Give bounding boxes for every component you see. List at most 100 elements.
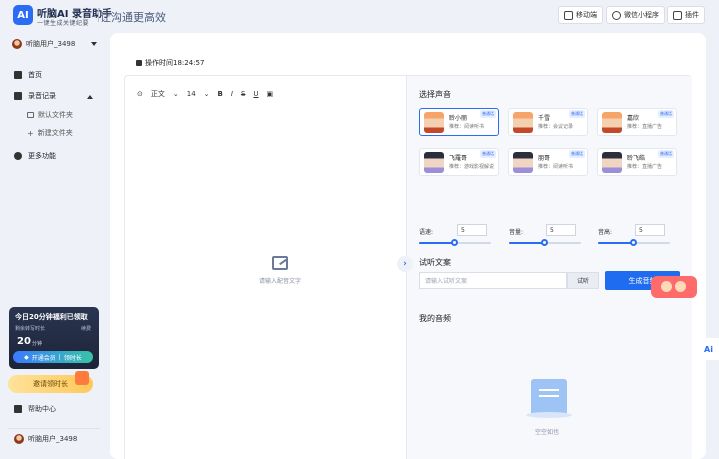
- chevron-down-icon[interactable]: ⌄: [173, 90, 179, 98]
- sidebar-item-label: 默认文件夹: [38, 111, 73, 119]
- grid-icon: [14, 152, 22, 160]
- voice-name: 聆飞皓: [627, 155, 646, 162]
- editor-placeholder: 请输入配音文字: [258, 278, 301, 285]
- font-size-select[interactable]: 14: [187, 90, 196, 98]
- voice-card[interactable]: 聆小丽 推荐：阅读听书 普通话: [419, 108, 499, 136]
- voice-desc: 推荐：直播广告: [627, 124, 663, 130]
- remaining-minutes: 20: [17, 336, 31, 347]
- wechat-icon: [612, 10, 621, 20]
- italic-button[interactable]: I: [231, 90, 233, 98]
- voice-name: 飞羅哥: [449, 155, 468, 162]
- puzzle-icon: [673, 10, 682, 20]
- voice-panel: 选择声音 聆小丽 推荐：阅读听书 普通话 千雪 推荐：会议记录 普通话 嘉欣 推…: [406, 76, 692, 459]
- voice-name: 嘉欣: [627, 115, 640, 122]
- strike-button[interactable]: S: [241, 90, 245, 98]
- renew-link[interactable]: 续费: [81, 325, 91, 332]
- sidebar-item-records[interactable]: 录音记录: [14, 89, 56, 103]
- sidebar-item-label: 更多功能: [28, 152, 56, 160]
- username: 听脑用户_3498: [26, 40, 76, 48]
- miniprogram-button[interactable]: 微信小程序: [606, 6, 665, 24]
- voice-card[interactable]: 飞羅哥 推荐：游戏影视解说 普通话: [419, 148, 499, 176]
- volume-slider[interactable]: [509, 239, 581, 246]
- pitch-label: 音高:: [598, 229, 613, 236]
- voice-desc: 推荐：直播广告: [627, 164, 663, 170]
- sample-input[interactable]: 请输入试听文案: [419, 272, 567, 289]
- avatar: [14, 434, 24, 444]
- voice-badge: 普通话: [569, 150, 585, 158]
- expand-button[interactable]: ›: [397, 256, 413, 272]
- underline-button[interactable]: U: [253, 90, 258, 98]
- undo-icon[interactable]: ⊙: [137, 90, 143, 98]
- editor-area[interactable]: 请输入配音文字: [225, 256, 335, 285]
- voice-card[interactable]: 千雪 推荐：会议记录 普通话: [508, 108, 588, 136]
- speed-slider-handle[interactable]: [451, 239, 458, 246]
- avatar: [602, 112, 622, 133]
- voice-desc: 推荐：阅读听书: [449, 124, 485, 130]
- divider: [8, 428, 100, 429]
- speed-label: 语速:: [419, 229, 434, 236]
- voice-badge: 普通话: [569, 110, 585, 118]
- sidebar-item-new-folder[interactable]: + 新建文件夹: [27, 127, 73, 139]
- ai-assistant-tab[interactable]: Ai: [698, 338, 719, 360]
- speed-slider[interactable]: [419, 239, 491, 246]
- image-icon[interactable]: ▣: [267, 90, 274, 98]
- bold-button[interactable]: B: [218, 90, 223, 98]
- bottom-username: 听脑用户_3498: [28, 435, 78, 443]
- voice-badge: 普通话: [658, 150, 674, 158]
- sidebar-item-home[interactable]: 首页: [14, 68, 42, 82]
- minutes-unit: 分钟: [32, 341, 43, 347]
- voice-name: 朋哥: [538, 155, 551, 162]
- listen-button[interactable]: 试听: [567, 272, 599, 289]
- phone-icon: [564, 10, 573, 20]
- speed-input[interactable]: 5: [457, 224, 487, 236]
- service-widget[interactable]: [651, 276, 697, 298]
- voice-card[interactable]: 朋哥 推荐：阅读听书 普通话: [508, 148, 588, 176]
- avatar: [513, 152, 533, 173]
- avatar: [424, 152, 444, 173]
- volume-slider-handle[interactable]: [541, 239, 548, 246]
- header-divider: [98, 8, 99, 22]
- edit-icon: [272, 256, 288, 270]
- my-audio-title: 我的音频: [419, 314, 451, 323]
- voice-desc: 推荐：阅读听书: [538, 164, 574, 170]
- bottom-user[interactable]: 听脑用户_3498: [14, 434, 77, 444]
- avatar: [12, 39, 22, 49]
- miniprogram-label: 微信小程序: [624, 11, 659, 19]
- avatar: [513, 112, 533, 133]
- document-icon: [14, 92, 22, 100]
- empty-text: 空空如也: [535, 429, 560, 436]
- invite-button[interactable]: 邀请领时长: [8, 371, 93, 393]
- open-vip-button[interactable]: ◆ 开通会员 | 领时长: [13, 351, 93, 363]
- sidebar-item-more[interactable]: 更多功能: [14, 149, 56, 163]
- promo-card: 今日20分钟福利已领取 剩余转写时长 续费 20 分钟 ◆ 开通会员 | 领时长: [9, 307, 99, 369]
- home-icon: [14, 71, 22, 79]
- empty-shadow: [526, 412, 572, 418]
- help-center[interactable]: 帮助中心: [14, 404, 56, 414]
- style-select[interactable]: 正文: [151, 89, 165, 99]
- sidebar-item-default-folder[interactable]: 默认文件夹: [27, 109, 73, 121]
- select-voice-title: 选择声音: [419, 90, 451, 99]
- user-switcher[interactable]: 听脑用户_3498: [12, 37, 97, 51]
- voice-card[interactable]: 嘉欣 推荐：直播广告 普通话: [597, 108, 677, 136]
- mobile-button[interactable]: 移动端: [558, 6, 603, 24]
- chevron-down-icon[interactable]: ⌄: [204, 90, 210, 98]
- book-icon: [14, 405, 22, 413]
- sidebar-item-label: 录音记录: [28, 92, 56, 100]
- get-time-label[interactable]: 领时长: [64, 353, 82, 362]
- voice-card[interactable]: 聆飞皓 推荐：直播广告 普通话: [597, 148, 677, 176]
- mobile-label: 移动端: [576, 11, 597, 19]
- operation-time: 操作时间18:24:57: [136, 58, 204, 68]
- promo-title: 今日20分钟福利已领取: [15, 313, 88, 321]
- chevron-up-icon[interactable]: [87, 95, 93, 99]
- slogan: 让沟通更高效: [100, 11, 166, 24]
- plugin-button[interactable]: 插件: [667, 6, 705, 24]
- sidebar-item-label: 首页: [28, 71, 42, 79]
- pitch-input[interactable]: 5: [635, 224, 665, 236]
- volume-input[interactable]: 5: [546, 224, 576, 236]
- sidebar-item-label: 新建文件夹: [37, 129, 73, 137]
- pitch-slider-handle[interactable]: [630, 239, 637, 246]
- voice-name: 聆小丽: [449, 115, 468, 122]
- sample-title: 试听文案: [419, 258, 451, 267]
- pitch-slider[interactable]: [598, 239, 670, 246]
- diamond-icon: ◆: [24, 353, 29, 361]
